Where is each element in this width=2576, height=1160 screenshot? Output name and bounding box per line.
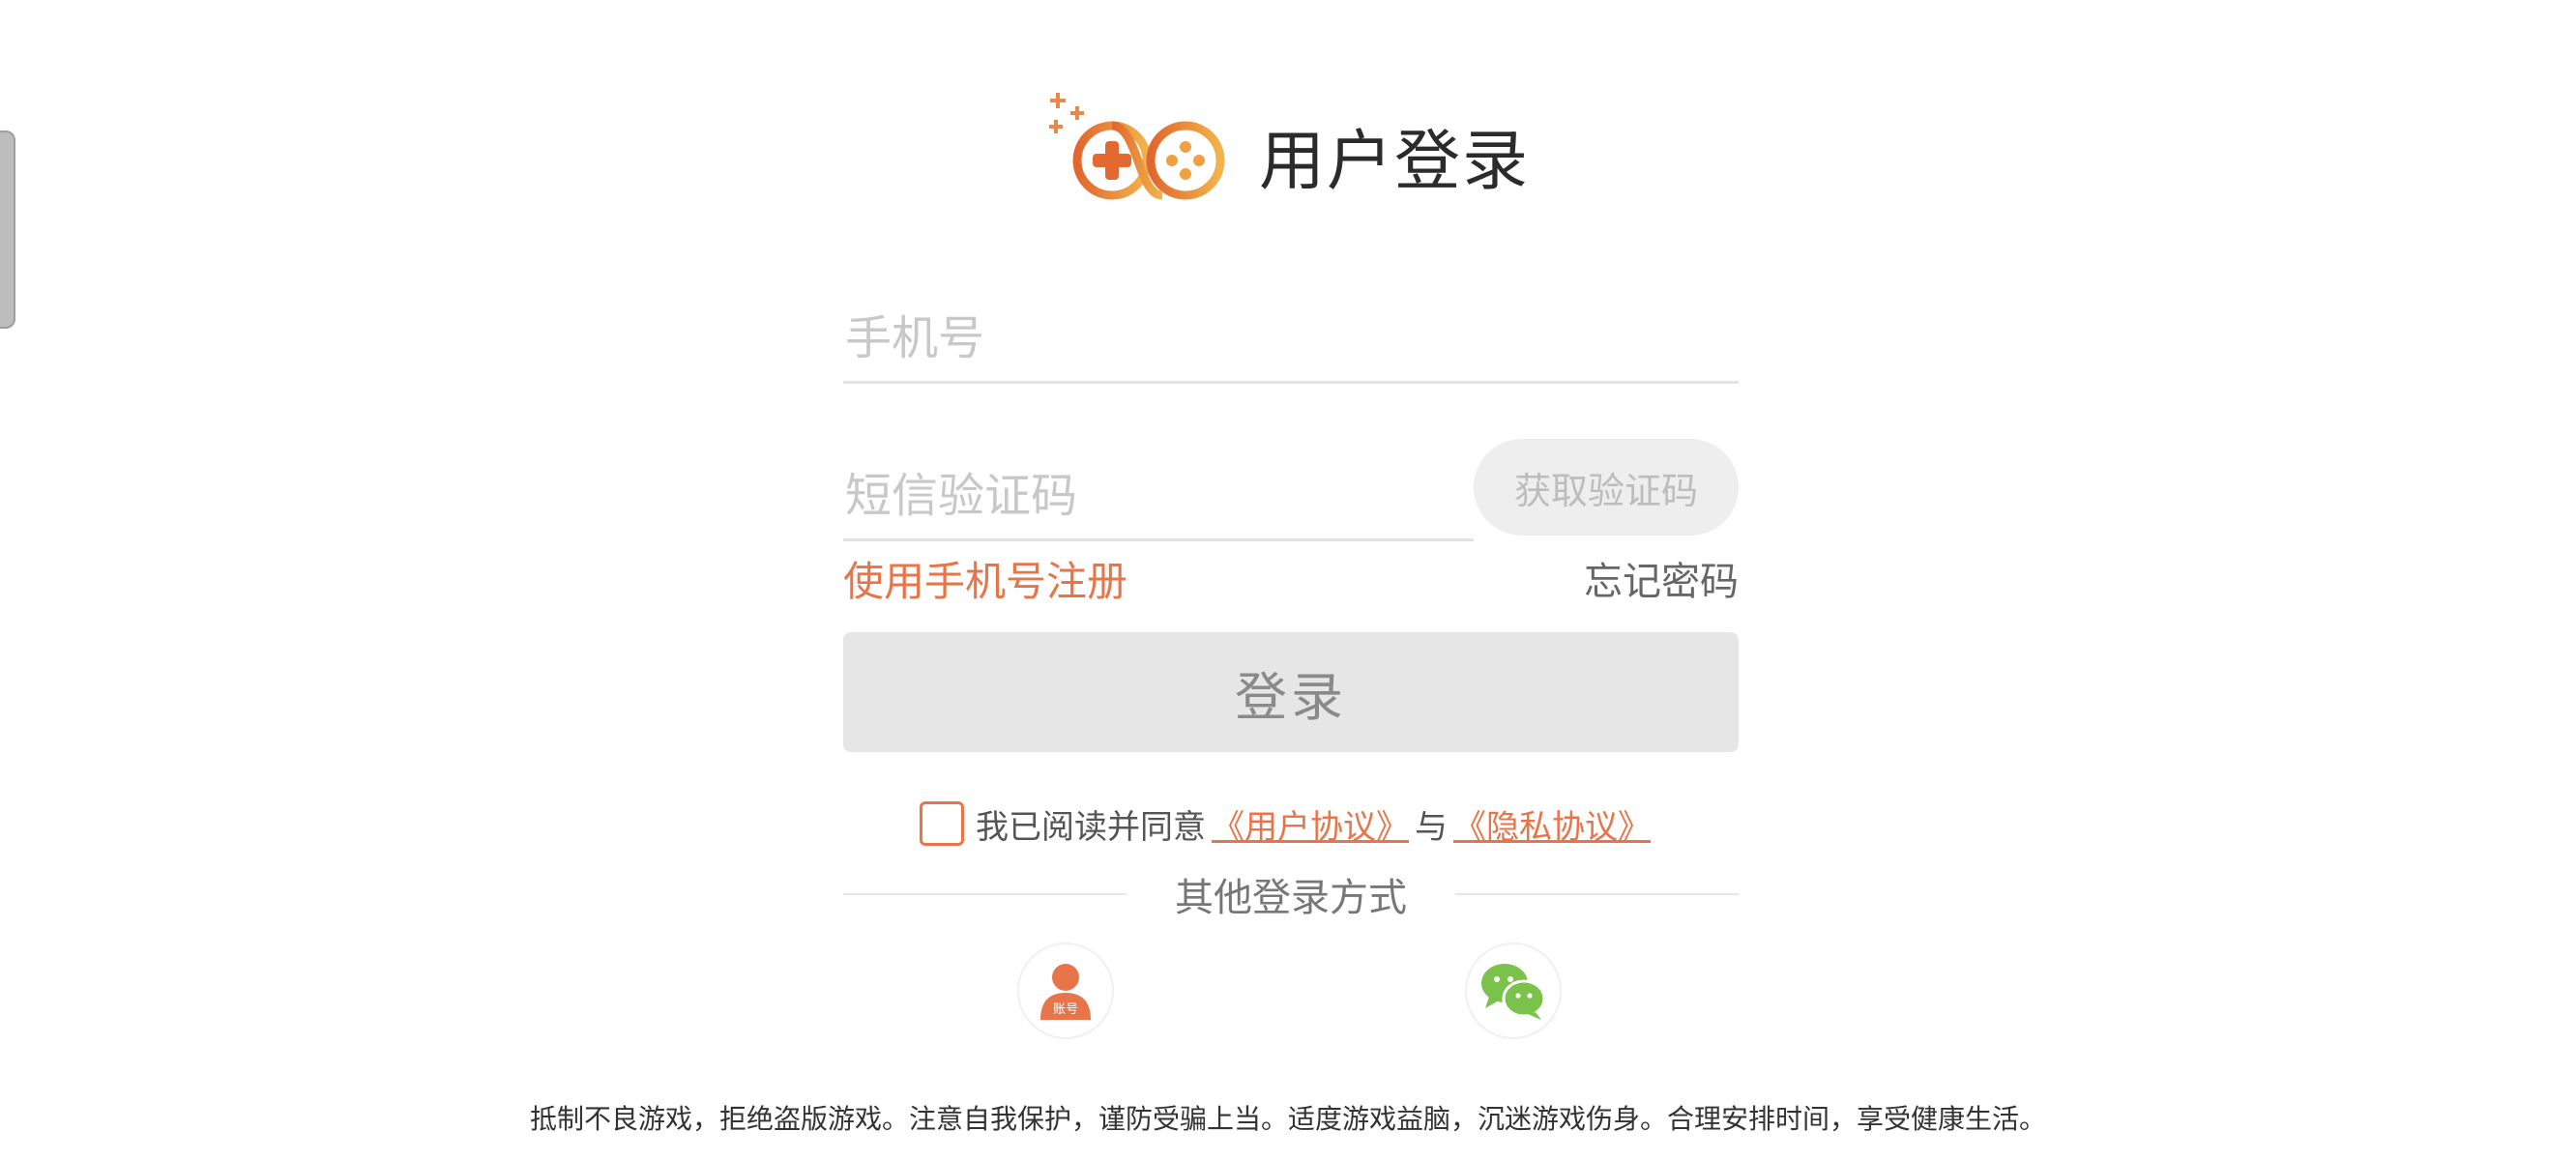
sms-code-field: [843, 445, 1474, 541]
wechat-icon: [1481, 964, 1546, 1020]
agreement-conjunction: 与: [1415, 807, 1448, 847]
divider-line-right: [1455, 893, 1739, 895]
agreement-row: 我已阅读并同意 《用户协议》 与 《隐私协议》: [0, 797, 2576, 851]
agreement-checkbox[interactable]: [920, 801, 964, 846]
login-header: 用户登录: [0, 87, 2576, 222]
phone-field: [843, 290, 1739, 384]
divider-line-left: [843, 893, 1127, 895]
agreement-text: 我已阅读并同意: [976, 807, 1206, 847]
register-link[interactable]: 使用手机号注册: [843, 553, 1127, 611]
phone-input[interactable]: [843, 311, 1739, 381]
page-title: 用户登录: [1258, 123, 1530, 200]
account-login-button[interactable]: 账号: [1017, 942, 1114, 1039]
sms-code-row: 获取验证码: [843, 439, 1739, 541]
get-code-button[interactable]: 获取验证码: [1474, 439, 1739, 536]
other-login-label: 其他登录方式: [1175, 876, 1407, 920]
login-form: 获取验证码 使用手机号注册 忘记密码 登录: [843, 290, 1739, 752]
wechat-login-button[interactable]: [1465, 942, 1562, 1039]
anti-addiction-notice: 抵制不良游戏，拒绝盗版游戏。注意自我保护，谨防受骗上当。适度游戏益脑，沉迷游戏伤…: [529, 1103, 2046, 1135]
user-agreement-link[interactable]: 《用户协议》: [1212, 800, 1409, 848]
account-badge-text: 账号: [1053, 1002, 1078, 1017]
forgot-password-link[interactable]: 忘记密码: [1584, 553, 1739, 611]
other-login-divider: 其他登录方式: [843, 867, 1739, 921]
sms-code-input[interactable]: [843, 469, 1474, 538]
gamepad-logo-icon: [1048, 93, 1225, 200]
login-button[interactable]: 登录: [843, 632, 1739, 752]
account-login-icon: 账号: [1040, 964, 1091, 1020]
form-links: 使用手机号注册 忘记密码: [843, 553, 1739, 621]
privacy-agreement-link[interactable]: 《隐私协议》: [1453, 800, 1651, 848]
